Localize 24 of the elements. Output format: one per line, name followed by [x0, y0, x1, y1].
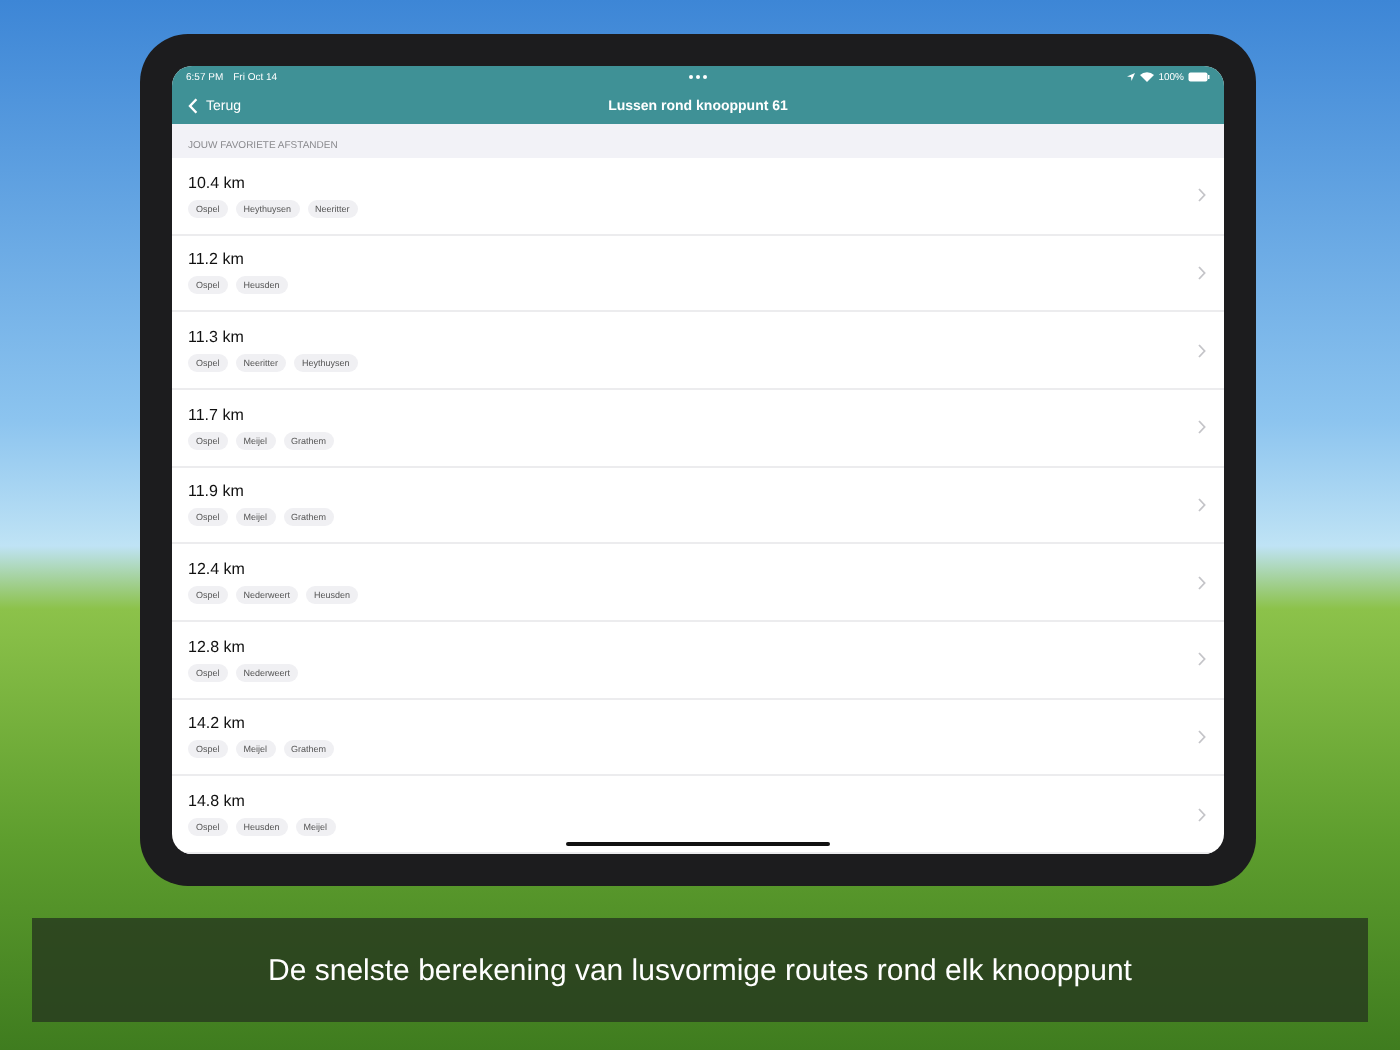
- chevron-left-icon: [188, 98, 198, 114]
- route-distance: 14.2 km: [188, 714, 247, 733]
- wifi-icon: [1140, 72, 1155, 82]
- caption-text: De snelste berekening van lusvormige routes rond elk knooppunt: [268, 953, 1132, 987]
- chevron-right-icon: [1198, 265, 1206, 280]
- route-distance: 11.3 km: [188, 328, 246, 347]
- route-distance: 11.9 km: [188, 482, 246, 501]
- chevron-right-icon: [1198, 343, 1206, 358]
- route-distance: 12.4 km: [188, 560, 247, 579]
- route-distance: 12.8 km: [188, 637, 247, 656]
- route-distance: 14.8 km: [188, 792, 247, 811]
- chevron-right-icon: [1198, 420, 1206, 435]
- chevron-right-icon: [1198, 807, 1206, 822]
- chevron-right-icon: [1198, 729, 1206, 744]
- location-arrow-icon: [1126, 72, 1137, 82]
- route-distance: 11.2 km: [188, 250, 246, 269]
- chevron-right-icon: [1198, 652, 1206, 667]
- chevron-right-icon: [1198, 497, 1206, 512]
- multitasking-dots-icon: [688, 74, 708, 80]
- battery-icon: [1188, 72, 1210, 82]
- chevron-right-icon: [1198, 188, 1206, 203]
- chevron-right-icon: [1198, 575, 1206, 590]
- route-distance: 11.7 km: [188, 405, 246, 424]
- route-distance: 10.4 km: [188, 173, 247, 192]
